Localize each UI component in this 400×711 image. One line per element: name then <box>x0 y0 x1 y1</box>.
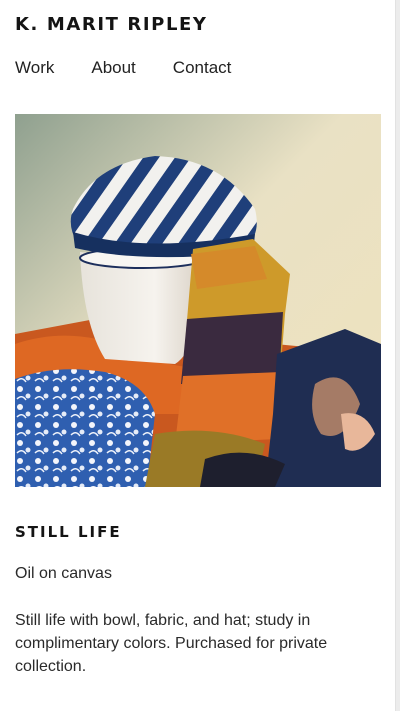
nav-item-about[interactable]: About <box>91 58 135 78</box>
scrollbar[interactable] <box>395 0 400 711</box>
nav-item-contact[interactable]: Contact <box>173 58 232 78</box>
artwork-medium: Oil on canvas <box>15 565 112 582</box>
main-nav: Work About Contact <box>15 58 231 78</box>
nav-item-work[interactable]: Work <box>15 58 54 78</box>
artwork-title: STILL LIFE <box>15 523 122 541</box>
site-title[interactable]: K. MARIT RIPLEY <box>15 14 208 35</box>
artwork-description: Still life with bowl, fabric, and hat; s… <box>15 612 328 675</box>
artwork-image[interactable] <box>15 114 381 487</box>
